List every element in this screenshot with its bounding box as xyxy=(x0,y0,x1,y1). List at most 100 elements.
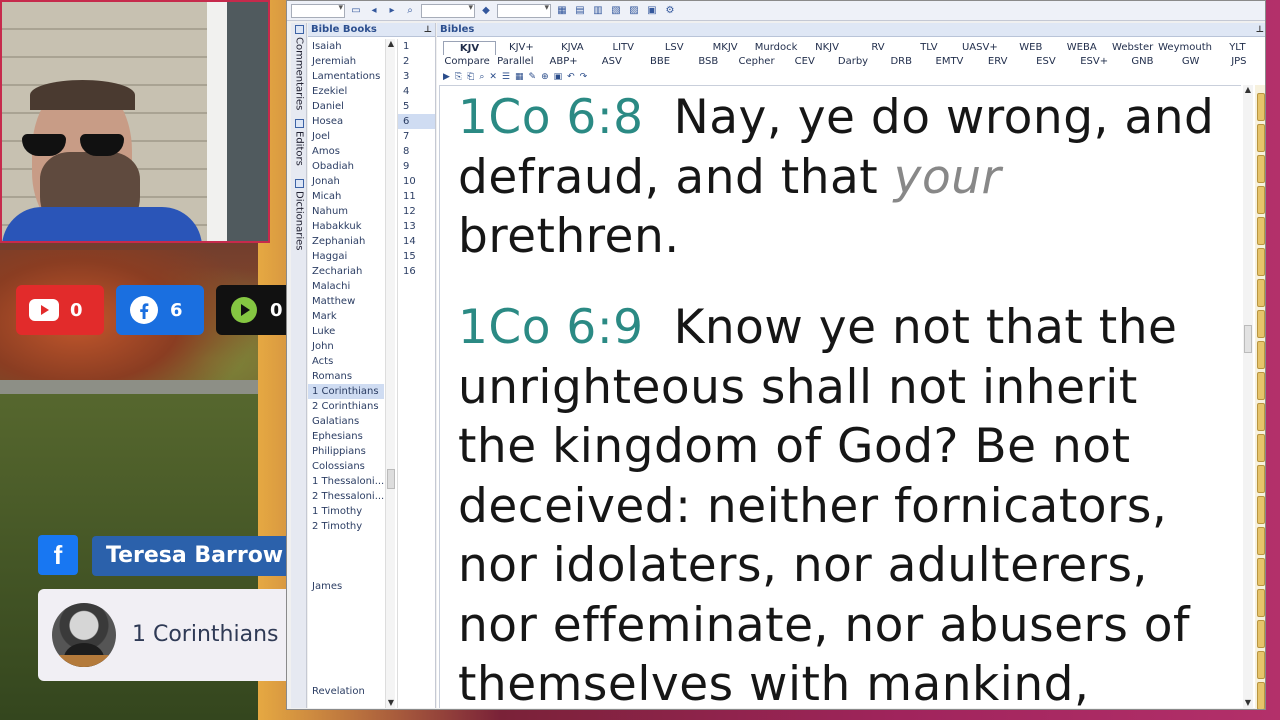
book-item[interactable]: Philippians xyxy=(308,444,384,459)
version-tab[interactable]: KJVA xyxy=(547,41,598,55)
bookmark-tab[interactable] xyxy=(1257,589,1265,617)
version-tab[interactable]: NKJV xyxy=(802,41,853,55)
version-tab[interactable]: BSB xyxy=(684,55,732,69)
print-icon[interactable]: ▣ xyxy=(645,4,659,18)
bookmark-tab[interactable] xyxy=(1257,465,1265,493)
version-tab[interactable]: ESV xyxy=(1022,55,1070,69)
bookmark-tab[interactable] xyxy=(1257,372,1265,400)
bookmark-tab[interactable] xyxy=(1257,682,1265,709)
version-tab[interactable]: GNB xyxy=(1118,55,1166,69)
bookmark-tab[interactable] xyxy=(1257,620,1265,648)
book-item-revelation[interactable]: Revelation xyxy=(308,684,365,699)
settings-icon[interactable]: ⚙ xyxy=(663,4,677,18)
version-tab[interactable]: Cepher xyxy=(732,55,780,69)
version-tab[interactable]: WEBA xyxy=(1056,41,1107,55)
bookmark-tab[interactable] xyxy=(1257,558,1265,586)
book-item[interactable]: Micah xyxy=(308,189,384,204)
search-icon[interactable]: ⌕ xyxy=(479,72,484,82)
book-item[interactable]: Hosea xyxy=(308,114,384,129)
version-tab[interactable]: KJV+ xyxy=(496,41,547,55)
chapter-item[interactable]: 14 xyxy=(398,234,435,249)
version-tab[interactable]: Webster xyxy=(1107,41,1158,55)
version-tab[interactable]: KJV xyxy=(443,41,496,55)
version-tab[interactable]: TLV xyxy=(903,41,954,55)
version-tab[interactable]: BBE xyxy=(636,55,684,69)
paste-icon[interactable]: ⎗ xyxy=(467,72,474,82)
toolbar-combo-2[interactable] xyxy=(421,3,475,18)
bookmark-icon[interactable]: ◆ xyxy=(479,4,493,18)
bookmark-tab[interactable] xyxy=(1257,124,1265,152)
scroll-down-icon[interactable]: ▼ xyxy=(1243,698,1253,708)
book-item[interactable]: Lamentations xyxy=(308,69,384,84)
chapter-item[interactable]: 8 xyxy=(398,144,435,159)
chapter-item[interactable]: 11 xyxy=(398,189,435,204)
book-item[interactable]: Isaiah xyxy=(308,39,384,54)
book-item[interactable]: 2 Timothy xyxy=(308,519,384,534)
bookmark-tab[interactable] xyxy=(1257,186,1265,214)
version-tab[interactable]: LSV xyxy=(649,41,700,55)
copy-icon[interactable]: ⎘ xyxy=(455,72,462,82)
version-tab[interactable]: ERV xyxy=(974,55,1022,69)
book-item[interactable]: 2 Thessaloni... xyxy=(308,489,384,504)
layout-icon-2[interactable]: ▤ xyxy=(573,4,587,18)
version-tab[interactable]: ABP+ xyxy=(539,55,587,69)
scroll-up-icon[interactable]: ▲ xyxy=(1243,85,1253,95)
verse-reference[interactable]: 1Co 6:8 xyxy=(458,90,644,145)
bookmark-tab[interactable] xyxy=(1257,403,1265,431)
back-icon[interactable]: ◂ xyxy=(367,4,381,18)
version-tab[interactable]: ASV xyxy=(588,55,636,69)
book-item[interactable]: James xyxy=(308,579,384,594)
book-item[interactable]: Nahum xyxy=(308,204,384,219)
scroll-thumb[interactable] xyxy=(1244,325,1252,353)
book-item[interactable]: Colossians xyxy=(308,459,384,474)
bookmark-tab[interactable] xyxy=(1257,155,1265,183)
verse-reference[interactable]: 1Co 6:9 xyxy=(458,300,644,355)
chapter-item[interactable]: 16 xyxy=(398,264,435,279)
chapter-item[interactable]: 5 xyxy=(398,99,435,114)
book-item[interactable]: Daniel xyxy=(308,99,384,114)
version-tab[interactable]: Weymouth xyxy=(1158,41,1212,55)
version-tab[interactable]: GW xyxy=(1167,55,1215,69)
book-item[interactable]: Haggai xyxy=(308,249,384,264)
chapter-item[interactable]: 7 xyxy=(398,129,435,144)
tab-commentaries[interactable]: Commentaries xyxy=(292,25,306,110)
bookmark-tab[interactable] xyxy=(1257,279,1265,307)
layout-icon-3[interactable]: ▥ xyxy=(591,4,605,18)
pin-icon[interactable]: ⊥ xyxy=(424,23,432,37)
grid-icon[interactable]: ▦ xyxy=(515,72,524,82)
layout-icon-1[interactable]: ▦ xyxy=(555,4,569,18)
chapter-item[interactable]: 15 xyxy=(398,249,435,264)
version-tab[interactable]: ESV+ xyxy=(1070,55,1118,69)
chapter-item[interactable]: 13 xyxy=(398,219,435,234)
book-item[interactable]: Galatians xyxy=(308,414,384,429)
book-item[interactable]: Habakkuk xyxy=(308,219,384,234)
bookmark-tab[interactable] xyxy=(1257,527,1265,555)
bookmark-tab[interactable] xyxy=(1257,651,1265,679)
version-tab[interactable]: CEV xyxy=(781,55,829,69)
chapter-item[interactable]: 4 xyxy=(398,84,435,99)
bookmark-tab[interactable] xyxy=(1257,341,1265,369)
book-item[interactable]: Ephesians xyxy=(308,429,384,444)
version-tab[interactable]: DRB xyxy=(877,55,925,69)
version-tab[interactable]: Murdock xyxy=(751,41,802,55)
toolbar-combo-1[interactable] xyxy=(291,3,345,18)
version-tab[interactable]: WEB xyxy=(1005,41,1056,55)
search-icon[interactable]: ⌕ xyxy=(403,4,417,18)
version-tab[interactable]: JPS xyxy=(1215,55,1263,69)
delete-icon[interactable]: ✕ xyxy=(489,72,497,82)
book-item[interactable]: Joel xyxy=(308,129,384,144)
version-tab[interactable]: EMTV xyxy=(925,55,973,69)
view-icon[interactable]: ▣ xyxy=(554,72,563,82)
bookmark-tab[interactable] xyxy=(1257,434,1265,462)
book-item[interactable]: Ezekiel xyxy=(308,84,384,99)
book-item[interactable]: 1 Timothy xyxy=(308,504,384,519)
scroll-up-icon[interactable]: ▲ xyxy=(386,39,396,49)
scripture-reading-pane[interactable]: 1Co 6:8 Nay, ye do wrong, and defraud, an… xyxy=(439,85,1241,708)
forward-icon[interactable]: ▸ xyxy=(385,4,399,18)
tab-dictionaries[interactable]: Dictionaries xyxy=(292,179,306,251)
version-tab[interactable]: LITV xyxy=(598,41,649,55)
layout-icon-4[interactable]: ▧ xyxy=(609,4,623,18)
reading-scrollbar[interactable]: ▲ ▼ xyxy=(1243,85,1253,708)
layout-icon-5[interactable]: ▨ xyxy=(627,4,641,18)
book-item[interactable]: 2 Corinthians xyxy=(308,399,384,414)
